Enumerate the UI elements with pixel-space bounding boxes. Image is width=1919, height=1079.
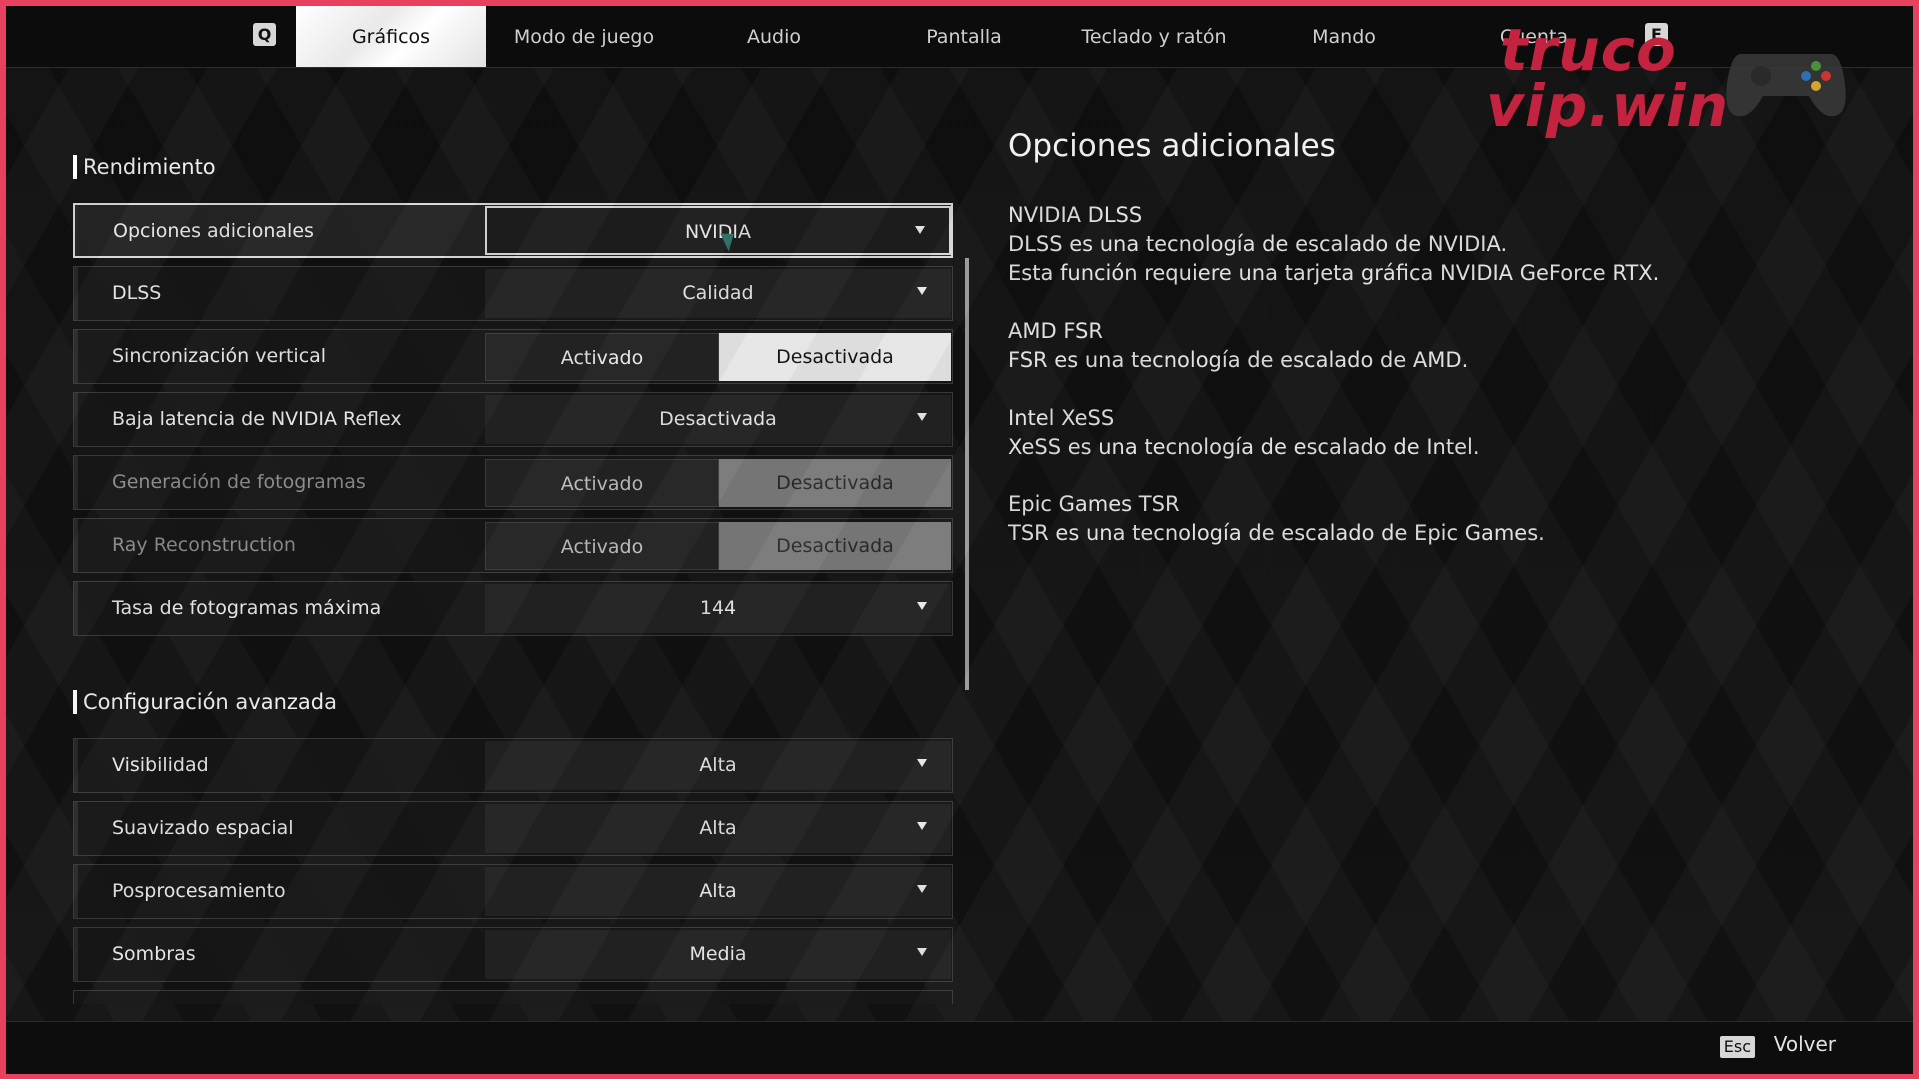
- setting-row-clipped[interactable]: [73, 990, 953, 1004]
- esc-key-badge[interactable]: Esc: [1719, 1036, 1755, 1058]
- setting-row-sincronizacion-vertical[interactable]: Sincronización vertical Activado Desacti…: [73, 329, 953, 384]
- setting-label: Opciones adicionales: [113, 220, 314, 242]
- setting-label: Tasa de fotogramas máxima: [112, 597, 382, 619]
- row-marker: [74, 267, 78, 320]
- row-marker: [74, 928, 78, 981]
- dropdown-value: Alta: [699, 817, 737, 839]
- dropdown-value: 144: [699, 597, 737, 619]
- vsync-option-off[interactable]: Desactivada: [719, 333, 951, 381]
- chevron-down-icon: [917, 822, 927, 830]
- setting-row-ray-reconstruction: Ray Reconstruction Activado Desactivada: [73, 518, 953, 573]
- ray-rec-option-off: Desactivada: [719, 522, 951, 570]
- setting-row-dlss[interactable]: DLSS Calidad: [73, 266, 953, 321]
- bottom-bar: Esc Volver: [6, 1021, 1913, 1074]
- setting-row-posprocesamiento[interactable]: Posprocesamiento Alta: [73, 864, 953, 919]
- watermark-logo: truco vip.win: [1486, 16, 1866, 146]
- vsync-toggle[interactable]: Activado Desactivada: [485, 333, 951, 381]
- dropdown-value: Alta: [699, 880, 737, 902]
- setting-label: DLSS: [112, 282, 162, 304]
- info-line: Esta función requiere una tarjeta gráfic…: [1008, 261, 1660, 285]
- max-framerate-dropdown[interactable]: 144: [485, 584, 951, 633]
- chevron-down-icon: [917, 602, 927, 610]
- tab-pantalla[interactable]: Pantalla: [869, 6, 1059, 67]
- suavizado-dropdown[interactable]: Alta: [485, 804, 951, 853]
- prev-tab-key[interactable]: Q: [253, 23, 276, 46]
- info-line: XeSS es una tecnología de escalado de In…: [1008, 435, 1480, 459]
- info-block-intel-xess: Intel XeSS XeSS es una tecnología de esc…: [1008, 404, 1480, 462]
- setting-label: Sombras: [112, 943, 196, 965]
- tab-graficos[interactable]: Gráficos: [296, 6, 486, 67]
- setting-label: Baja latencia de NVIDIA Reflex: [112, 408, 402, 430]
- section-title-rendimiento: Rendimiento: [73, 155, 216, 179]
- chevron-down-icon: [917, 413, 927, 421]
- setting-row-suavizado-espacial[interactable]: Suavizado espacial Alta: [73, 801, 953, 856]
- chevron-down-icon: [917, 948, 927, 956]
- frame-generation-toggle: Activado Desactivada: [485, 459, 951, 507]
- chevron-down-icon: [917, 287, 927, 295]
- ray-reconstruction-toggle: Activado Desactivada: [485, 522, 951, 570]
- sombras-dropdown[interactable]: Media: [485, 930, 951, 979]
- chevron-down-icon: [915, 226, 925, 234]
- opciones-adicionales-dropdown[interactable]: NVIDIA: [485, 206, 951, 255]
- settings-scrollbar[interactable]: [965, 258, 969, 690]
- dropdown-value: NVIDIA: [684, 221, 752, 243]
- info-heading: NVIDIA DLSS: [1008, 203, 1143, 227]
- watermark-line2: vip.win: [1486, 72, 1729, 140]
- row-marker: [74, 393, 78, 446]
- info-block-epic-tsr: Epic Games TSR TSR es una tecnología de …: [1008, 490, 1545, 548]
- info-line: TSR es una tecnología de escalado de Epi…: [1008, 521, 1545, 545]
- vsync-option-on[interactable]: Activado: [485, 333, 719, 381]
- chevron-down-icon: [917, 759, 927, 767]
- row-marker: [74, 739, 78, 792]
- dropdown-value: Calidad: [682, 282, 754, 304]
- info-heading: Epic Games TSR: [1008, 492, 1180, 516]
- row-marker: [74, 456, 78, 509]
- tab-modo-de-juego[interactable]: Modo de juego: [489, 6, 679, 67]
- row-marker: [75, 205, 79, 256]
- dropdown-value: Desactivada: [659, 408, 777, 430]
- chevron-down-icon: [917, 885, 927, 893]
- setting-label: Posprocesamiento: [112, 880, 286, 902]
- frame-gen-option-on: Activado: [485, 459, 719, 507]
- tab-audio[interactable]: Audio: [679, 6, 869, 67]
- gamepad-icon: [1726, 54, 1846, 117]
- dropdown-value: Media: [689, 943, 747, 965]
- setting-row-sombras[interactable]: Sombras Media: [73, 927, 953, 982]
- row-marker: [74, 582, 78, 635]
- info-panel-title: Opciones adicionales: [1008, 128, 1336, 164]
- setting-label: Suavizado espacial: [112, 817, 294, 839]
- row-marker: [74, 519, 78, 572]
- reflex-dropdown[interactable]: Desactivada: [485, 395, 951, 444]
- setting-label: Ray Reconstruction: [112, 534, 296, 556]
- info-heading: Intel XeSS: [1008, 406, 1115, 430]
- ray-rec-option-on: Activado: [485, 522, 719, 570]
- setting-row-generacion-fotogramas: Generación de fotogramas Activado Desact…: [73, 455, 953, 510]
- frame-gen-option-off: Desactivada: [719, 459, 951, 507]
- info-heading: AMD FSR: [1008, 319, 1103, 343]
- visibilidad-dropdown[interactable]: Alta: [485, 741, 951, 790]
- setting-row-nvidia-reflex[interactable]: Baja latencia de NVIDIA Reflex Desactiva…: [73, 392, 953, 447]
- setting-row-opciones-adicionales[interactable]: Opciones adicionales NVIDIA: [73, 203, 953, 258]
- dropdown-value: Alta: [699, 754, 737, 776]
- section-title-configuracion-avanzada: Configuración avanzada: [73, 690, 337, 714]
- back-button[interactable]: Volver: [1774, 1032, 1836, 1056]
- dlss-dropdown[interactable]: Calidad: [485, 269, 951, 318]
- setting-row-visibilidad[interactable]: Visibilidad Alta: [73, 738, 953, 793]
- setting-label: Visibilidad: [112, 754, 209, 776]
- info-block-nvidia-dlss: NVIDIA DLSS DLSS es una tecnología de es…: [1008, 201, 1659, 288]
- tab-teclado-y-raton[interactable]: Teclado y ratón: [1059, 6, 1249, 67]
- info-block-amd-fsr: AMD FSR FSR es una tecnología de escalad…: [1008, 317, 1468, 375]
- row-marker: [74, 865, 78, 918]
- setting-label: Sincronización vertical: [112, 345, 327, 367]
- row-marker: [74, 802, 78, 855]
- info-line: FSR es una tecnología de escalado de AMD…: [1008, 348, 1469, 372]
- setting-label: Generación de fotogramas: [112, 471, 366, 493]
- row-marker: [74, 330, 78, 383]
- info-line: DLSS es una tecnología de escalado de NV…: [1008, 232, 1508, 256]
- tab-mando[interactable]: Mando: [1249, 6, 1439, 67]
- settings-screen: Q Gráficos Modo de juego Audio Pantalla …: [6, 6, 1913, 1074]
- posprocesamiento-dropdown[interactable]: Alta: [485, 867, 951, 916]
- setting-row-tasa-fotogramas[interactable]: Tasa de fotogramas máxima 144: [73, 581, 953, 636]
